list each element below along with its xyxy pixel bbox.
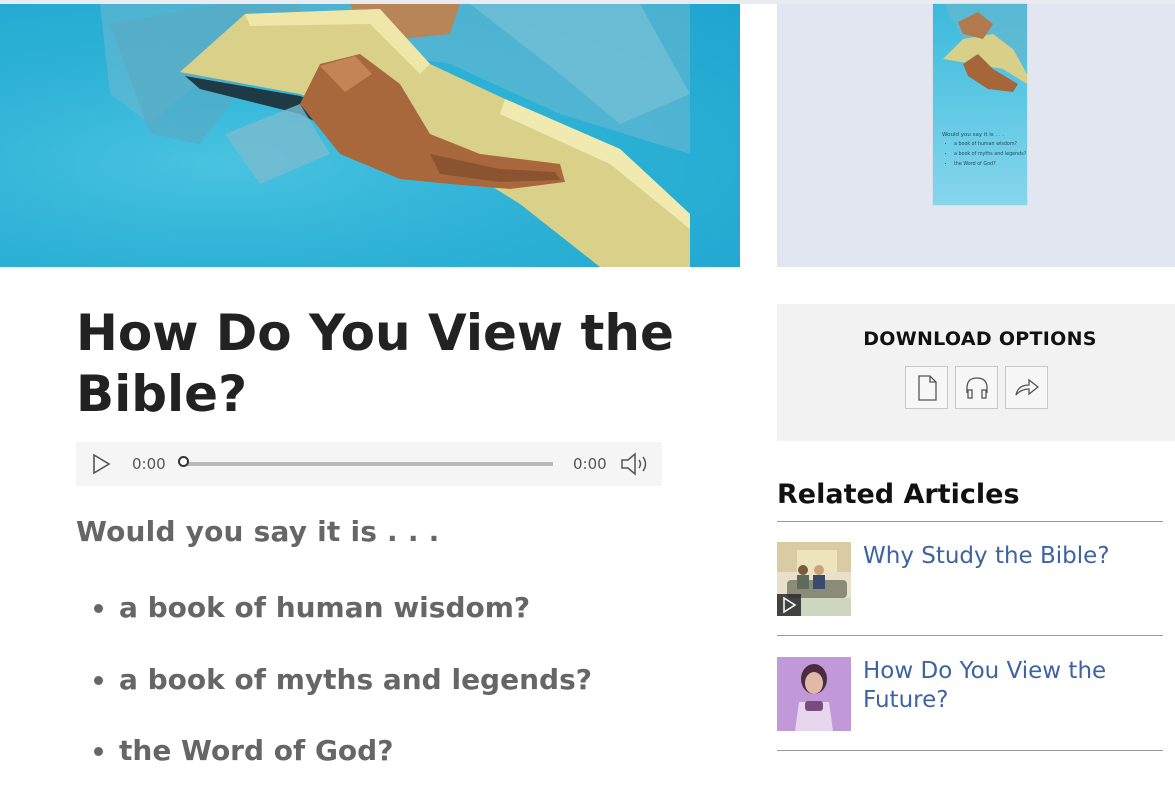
current-time: 0:00: [132, 455, 166, 473]
cover-lead: Would you say it is . . .: [942, 132, 1005, 138]
headphones-icon: [966, 377, 988, 399]
document-icon: [918, 375, 937, 401]
hero-image: [0, 4, 740, 267]
cover-item: a book of human wisdom?: [954, 140, 1026, 150]
related-articles-heading: Related Articles: [777, 479, 1020, 510]
related-article-link[interactable]: How Do You View the Future?: [863, 657, 1163, 715]
cover-item: a book of myths and legends?: [954, 150, 1026, 160]
volume-button[interactable]: [620, 450, 650, 478]
share-icon: [1015, 378, 1040, 396]
share-button[interactable]: [1005, 366, 1048, 409]
cover-item: the Word of God?: [954, 160, 1026, 170]
related-article-thumbnail[interactable]: [777, 657, 851, 731]
question-item: a book of myths and legends?: [76, 657, 592, 729]
publication-cover-thumbnail[interactable]: Would you say it is . . . a book of huma…: [933, 4, 1027, 205]
play-icon: [783, 596, 797, 614]
download-document-button[interactable]: [905, 366, 948, 409]
progress-handle[interactable]: [178, 456, 189, 467]
video-badge: [777, 594, 801, 616]
download-options-title: DOWNLOAD OPTIONS: [863, 328, 1097, 350]
question-list: a book of human wisdom? a book of myths …: [76, 585, 592, 800]
related-article-link[interactable]: Why Study the Bible?: [863, 542, 1163, 571]
divider: [777, 521, 1163, 522]
play-button[interactable]: [90, 453, 112, 475]
progress-bar[interactable]: [184, 462, 553, 466]
divider: [777, 750, 1163, 751]
divider: [777, 635, 1163, 636]
article-lead: Would you say it is . . .: [76, 515, 440, 548]
audio-player: 0:00 0:00: [76, 442, 662, 486]
volume-icon: [621, 452, 647, 476]
question-item: a book of human wisdom?: [76, 585, 592, 657]
related-article-thumbnail[interactable]: [777, 542, 851, 616]
download-audio-button[interactable]: [955, 366, 998, 409]
duration: 0:00: [573, 455, 607, 473]
play-icon: [93, 453, 111, 475]
question-item: the Word of God?: [76, 728, 592, 800]
cover-text: Would you say it is . . . a book of huma…: [942, 130, 1026, 170]
download-options-panel: [777, 304, 1175, 441]
article-title: How Do You View the Bible?: [76, 304, 674, 423]
